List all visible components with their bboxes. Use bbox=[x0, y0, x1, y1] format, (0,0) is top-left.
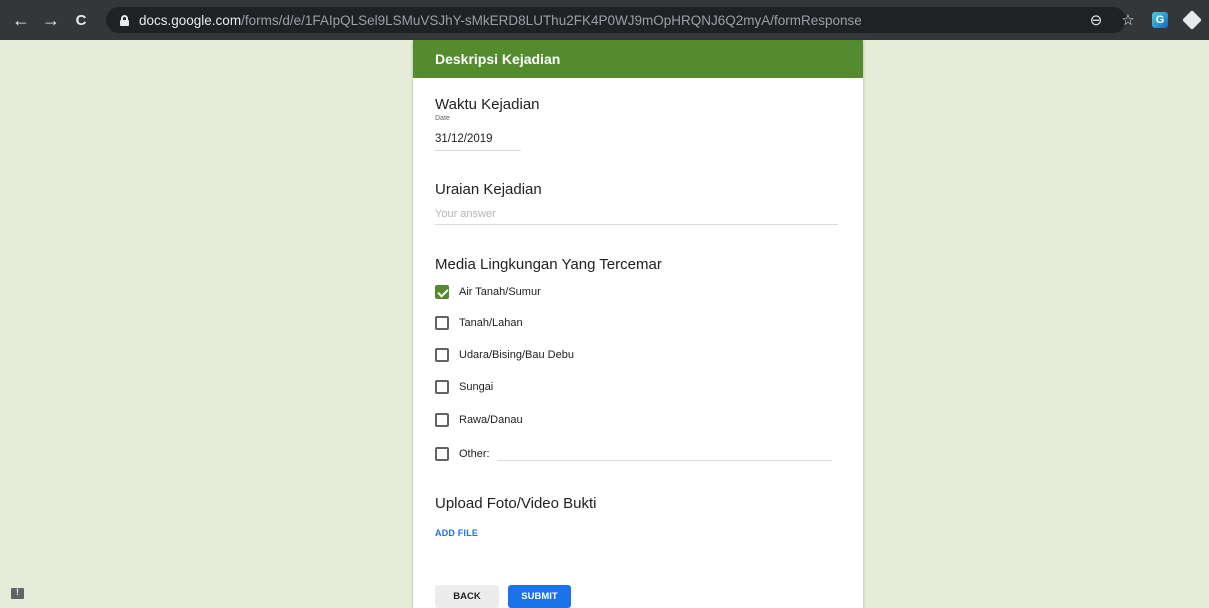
question-subtitle: Date bbox=[435, 115, 450, 122]
question-waktu-kejadian: Waktu Kejadian Date bbox=[435, 96, 540, 122]
question-uraian-kejadian: Uraian Kejadian bbox=[435, 181, 542, 198]
add-file-button[interactable]: ADD FILE bbox=[435, 528, 478, 538]
bookmark-star-icon[interactable]: ☆ bbox=[1117, 7, 1139, 33]
address-bar[interactable]: docs.google.com/forms/d/e/1FAIpQLSel9LSM… bbox=[106, 7, 1126, 33]
option-label: Udara/Bising/Bau Debu bbox=[459, 349, 574, 361]
option-label: Other: bbox=[459, 448, 490, 460]
checkbox-icon[interactable] bbox=[435, 380, 449, 394]
checkbox-checked-icon[interactable] bbox=[435, 285, 449, 299]
browser-toolbar: ← → C docs.google.com/forms/d/e/1FAIpQLS… bbox=[0, 0, 1209, 40]
option-rawa-danau[interactable]: Rawa/Danau bbox=[435, 410, 523, 430]
reload-icon[interactable]: C bbox=[68, 7, 94, 33]
url-path: /forms/d/e/1FAIpQLSel9LSMuVSJhY-sMkERD8L… bbox=[241, 12, 862, 28]
option-label: Tanah/Lahan bbox=[459, 317, 523, 329]
toolbar-actions: ⊖ ☆ G bbox=[1085, 7, 1203, 33]
lock-icon bbox=[120, 14, 129, 26]
date-input[interactable]: 31/12/2019 bbox=[435, 133, 521, 151]
question-title: Uraian Kejadian bbox=[435, 181, 542, 198]
other-text-input[interactable] bbox=[497, 460, 832, 461]
submit-button[interactable]: SUBMIT bbox=[508, 585, 571, 608]
question-title: Upload Foto/Video Bukti bbox=[435, 495, 597, 512]
question-title: Media Lingkungan Yang Tercemar bbox=[435, 256, 662, 273]
back-arrow-icon[interactable]: ← bbox=[8, 7, 34, 33]
checkbox-icon[interactable] bbox=[435, 348, 449, 362]
checkbox-icon[interactable] bbox=[435, 413, 449, 427]
section-title: Deskripsi Kejadian bbox=[413, 40, 863, 78]
option-label: Rawa/Danau bbox=[459, 414, 523, 426]
option-label: Sungai bbox=[459, 381, 494, 393]
option-other[interactable]: Other: bbox=[435, 444, 490, 464]
question-title: Waktu Kejadian bbox=[435, 96, 540, 113]
answer-input[interactable]: Your answer bbox=[435, 208, 838, 225]
option-sungai[interactable]: Sungai bbox=[435, 377, 493, 397]
extension-g-icon[interactable]: G bbox=[1149, 7, 1171, 33]
zoom-icon[interactable]: ⊖ bbox=[1085, 7, 1107, 33]
extension-cube-icon[interactable] bbox=[1181, 7, 1203, 33]
checkbox-icon[interactable] bbox=[435, 447, 449, 461]
url-host: docs.google.com bbox=[139, 12, 242, 28]
feedback-icon[interactable] bbox=[11, 587, 24, 599]
option-tanah-lahan[interactable]: Tanah/Lahan bbox=[435, 313, 523, 333]
option-label: Air Tanah/Sumur bbox=[459, 286, 541, 298]
extension-g-badge: G bbox=[1152, 12, 1168, 28]
option-air-tanah[interactable]: Air Tanah/Sumur bbox=[435, 282, 541, 302]
back-button[interactable]: BACK bbox=[435, 585, 499, 608]
question-upload-bukti: Upload Foto/Video Bukti bbox=[435, 495, 597, 512]
url-text: docs.google.com/forms/d/e/1FAIpQLSel9LSM… bbox=[139, 13, 862, 28]
question-media-lingkungan: Media Lingkungan Yang Tercemar bbox=[435, 256, 662, 273]
form-card: Deskripsi Kejadian Waktu Kejadian Date 3… bbox=[413, 40, 863, 608]
option-udara[interactable]: Udara/Bising/Bau Debu bbox=[435, 345, 574, 365]
forward-arrow-icon[interactable]: → bbox=[38, 7, 64, 33]
checkbox-icon[interactable] bbox=[435, 316, 449, 330]
